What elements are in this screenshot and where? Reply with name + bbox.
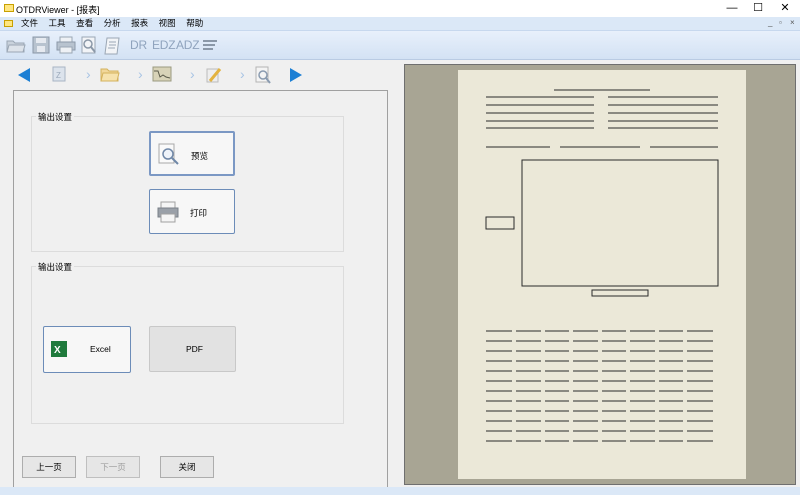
preview-label: 预览 [191,151,209,161]
app-icon [4,4,14,12]
document-icon [4,20,13,27]
forward-arrow-icon[interactable] [290,68,302,82]
pdf-export-button[interactable]: PDF [149,326,236,372]
next-page-button[interactable]: 下一页 [86,456,140,478]
close-window-button[interactable]: ✕ [772,0,798,17]
menu-window[interactable]: 视图 [159,18,176,29]
output-settings-group-1: 输出设置 预览 打印 [31,111,344,252]
report-page-preview [458,70,746,479]
chevron-right-icon: › [240,66,245,82]
edz-button[interactable]: EDZ [152,38,176,52]
menu-report[interactable]: 报表 [131,18,148,29]
dr-button[interactable]: DR [130,38,147,52]
menu-analysis[interactable]: 分析 [104,18,121,29]
chevron-right-icon: › [86,66,91,82]
print-preview-icon[interactable] [80,36,98,56]
chevron-right-icon: › [190,66,195,82]
step-trace-icon[interactable] [152,66,172,84]
print-icon[interactable] [56,36,76,56]
menu-view[interactable]: 查看 [76,18,93,29]
report-wizard-pane: Z › › › › 输出设置 预览 打印 输出设置 X Excel PDF 上一… [0,60,400,495]
preview-button[interactable]: 预览 [149,131,235,176]
svg-text:Z: Z [56,71,61,80]
mdi-minimize-button[interactable]: _ [768,18,772,27]
report-preview-pane [404,64,796,485]
chevron-right-icon: › [138,66,143,82]
excel-icon: X [51,341,67,359]
group-label: 输出设置 [36,111,75,123]
menu-tools[interactable]: 工具 [49,18,66,29]
excel-export-button[interactable]: X Excel [43,326,131,373]
minimize-button[interactable]: — [719,0,745,17]
align-lines-icon[interactable] [202,39,218,53]
adz-button[interactable]: ADZ [176,38,200,52]
report-layout-drawing [485,89,719,442]
step-edit-icon[interactable] [204,66,222,86]
window-title: OTDRViewer - [报表] [16,5,100,15]
print-button[interactable]: 打印 [149,189,235,234]
menu-help[interactable]: 帮助 [186,18,203,29]
mdi-restore-button[interactable]: ▫ [779,18,782,27]
open-folder-icon[interactable] [6,36,26,56]
step-preview-icon[interactable] [254,66,272,86]
output-settings-group-2: 输出设置 X Excel PDF [31,261,344,424]
step-folder-icon[interactable] [100,66,120,84]
save-icon[interactable] [32,36,50,56]
title-bar: OTDRViewer - [报表] — ☐ ✕ [0,0,800,17]
menu-file[interactable]: 文件 [21,18,38,29]
output-settings-panel: 输出设置 预览 打印 输出设置 X Excel PDF [13,90,388,488]
menu-bar: 文件 工具 查看 分析 报表 视图 帮助 _ ▫ × [0,17,800,31]
report-icon[interactable] [104,36,122,58]
svg-text:X: X [54,345,61,356]
excel-label: Excel [90,344,111,354]
printer-icon [156,200,180,226]
previous-page-button[interactable]: 上一页 [22,456,76,478]
mdi-close-button[interactable]: × [790,18,795,27]
toolbar: DR EDZ ADZ [0,31,800,60]
wizard-step-nav: Z › › › › [14,64,394,86]
status-bar [0,487,800,495]
step-document-icon[interactable]: Z [52,66,66,84]
magnifier-icon [157,142,181,168]
pdf-label: PDF [186,344,203,354]
group-label: 输出设置 [36,261,75,273]
print-label: 打印 [190,208,208,218]
close-button[interactable]: 关闭 [160,456,214,478]
back-arrow-icon[interactable] [18,68,30,82]
maximize-button[interactable]: ☐ [745,0,771,17]
